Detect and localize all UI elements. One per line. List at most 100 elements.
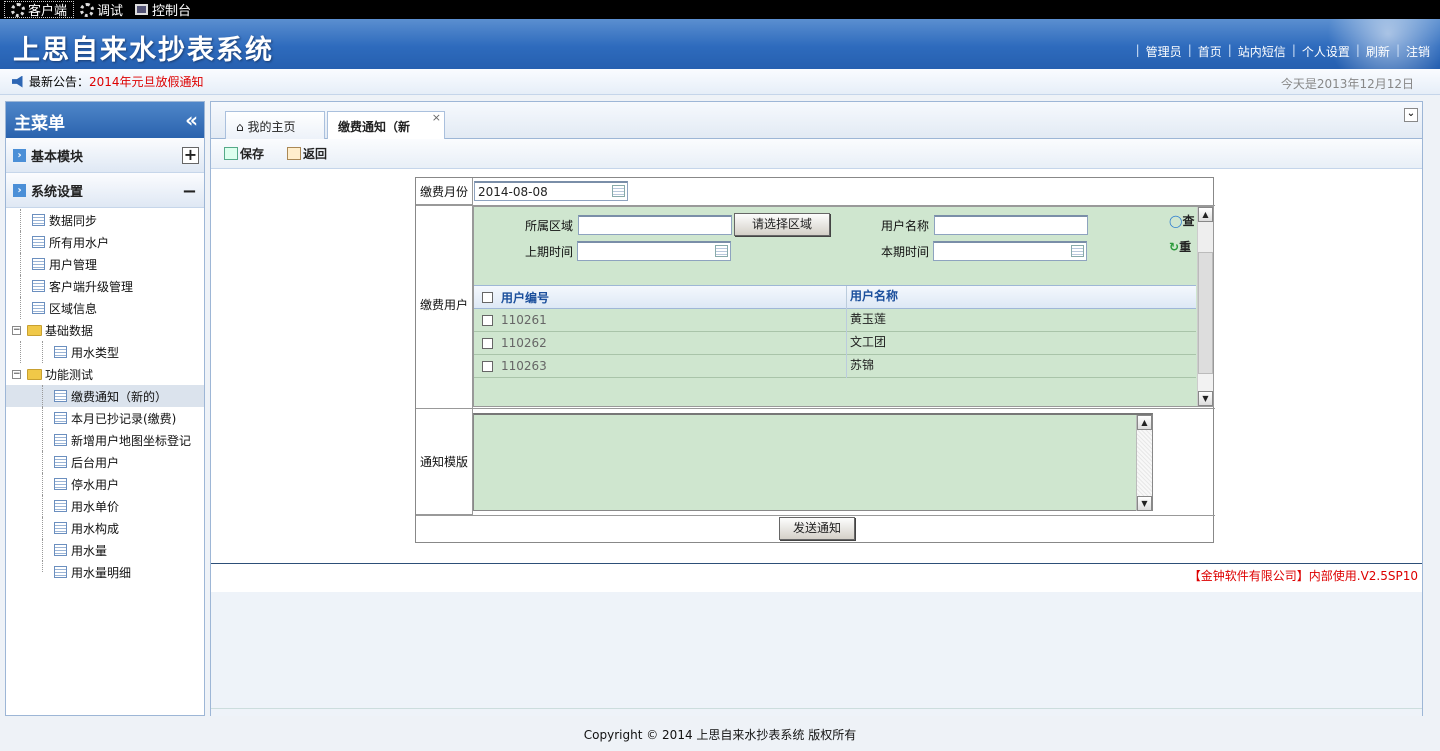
this-time-input[interactable] [933,241,1087,261]
choose-area-button[interactable]: 请选择区域 [734,213,830,236]
tree-item-water-volume[interactable]: 用水量 [6,539,204,561]
tree-item-area-info[interactable]: 区域信息 [6,297,204,319]
chevron-down-icon[interactable]: ⌄ [1404,108,1418,122]
app-title: 上思自来水抄表系统 [13,35,274,66]
calendar-icon[interactable] [1071,245,1084,257]
tree-folder-function-test[interactable]: − 功能测试 [6,363,204,385]
tree-item-user-management[interactable]: 用户管理 [6,253,204,275]
divider [211,563,1422,564]
topbar-console[interactable]: 控制台 [129,0,197,19]
tree-item-map-register[interactable]: 新增用户地图坐标登记 [6,429,204,451]
top-black-bar: 客户端 调试 控制台 [0,0,1440,19]
notice-message[interactable]: 2014年元旦放假通知 [89,73,204,90]
horizontal-scrollbar[interactable] [211,708,1422,716]
today-date: 今天是2013年12月12日 [1280,77,1414,91]
tree-item-unit-price[interactable]: 用水单价 [6,495,204,517]
document-icon [32,280,45,292]
send-notice-button[interactable]: 发送通知 [779,517,855,540]
tab-my-home[interactable]: ⌂ 我的主页 [225,111,325,139]
tree-item-month-records[interactable]: 本月已抄记录(缴费) [6,407,204,429]
template-textarea[interactable]: ▲ ▼ [473,413,1153,511]
expand-icon[interactable]: + [182,147,199,164]
reset-button[interactable]: ↻重 [1169,238,1191,255]
link-refresh[interactable]: 刷新 [1366,43,1390,60]
tree-item-suspended-users[interactable]: 停水用户 [6,473,204,495]
tree-item-water-volume-detail[interactable]: 用水量明细 [6,561,204,583]
document-icon [54,434,67,446]
link-admin[interactable]: 管理员 [1146,43,1182,60]
search-icon: ◯ [1169,214,1183,228]
link-home[interactable]: 首页 [1198,43,1222,60]
grid-header: 用户编号 用户名称 [474,285,1196,309]
row-checkbox[interactable] [482,337,493,349]
scroll-down-icon[interactable]: ▼ [1198,391,1213,406]
link-logout[interactable]: 注销 [1406,43,1430,60]
collapse-sidebar-icon[interactable]: « [185,108,198,132]
notice-bar: 最新公告： 2014年元旦放假通知 今天是2013年12月12日 [0,69,1440,95]
column-header[interactable]: 用户编号 [501,289,846,306]
back-icon [287,147,302,160]
scroll-up-icon[interactable]: ▲ [1137,415,1152,430]
table-row[interactable]: 110261 黄玉莲 [474,308,1196,332]
topbar-debug[interactable]: 调试 [74,0,129,19]
collapse-icon[interactable]: − [182,181,197,202]
user-name-cell: 苏锦 [846,354,874,378]
document-icon [54,522,67,534]
row-checkbox[interactable] [482,360,493,372]
table-row[interactable]: 110262 文工团 [474,331,1196,355]
table-row[interactable]: 110263 苏锦 [474,354,1196,378]
tree-folder-basic-data[interactable]: − 基础数据 [6,319,204,341]
topbar-client[interactable]: 客户端 [4,1,75,19]
area-label: 所属区域 [525,219,574,233]
version-text: 【金钟软件有限公司】内部使用.V2.5SP10 [1188,569,1418,583]
calendar-icon[interactable] [612,185,625,197]
save-button[interactable]: 保存 [224,145,264,162]
sidebar-title: 主菜单 [14,114,65,134]
speaker-icon [12,75,23,88]
menu-tree: 数据同步 所有用水户 用户管理 客户端升级管理 区域信息 − 基础数据 用水类型 … [6,208,204,583]
textarea-scrollbar[interactable]: ▲ ▼ [1136,415,1152,511]
row-checkbox[interactable] [482,314,493,326]
link-profile[interactable]: 个人设置 [1302,43,1350,60]
column-header[interactable]: 用户名称 [846,285,898,309]
document-icon [54,390,67,402]
last-time-input[interactable] [577,241,731,261]
tree-item-data-sync[interactable]: 数据同步 [6,209,204,231]
username-label: 用户名称 [881,219,930,233]
area-input[interactable] [578,215,732,235]
tab-strip: ⌂ 我的主页 缴费通知（新 × ⌄ [211,102,1422,140]
folder-icon [27,368,42,380]
tab-payment-notice[interactable]: 缴费通知（新 × [327,111,445,140]
toolbar: 保存 返回 [211,139,1422,169]
close-icon[interactable]: × [432,111,441,124]
module-system-settings[interactable]: › 系统设置 − [6,173,204,208]
calendar-icon[interactable] [715,245,728,257]
document-icon [32,302,45,314]
document-icon [32,236,45,248]
user-id-cell: 110263 [501,359,547,373]
tree-item-client-upgrade[interactable]: 客户端升级管理 [6,275,204,297]
month-input[interactable]: 2014-08-08 [474,181,628,201]
month-label-cell: 缴费月份 [416,178,473,205]
tree-item-water-type[interactable]: 用水类型 [6,341,204,363]
back-button[interactable]: 返回 [287,145,327,162]
tree-item-water-composition[interactable]: 用水构成 [6,517,204,539]
collapse-node-icon[interactable]: − [12,325,21,335]
link-messages[interactable]: 站内短信 [1238,43,1286,60]
module-label: 系统设置 [31,184,84,200]
document-icon [54,412,67,424]
tree-item-payment-notice-new[interactable]: 缴费通知（新的） [6,385,204,407]
select-all-checkbox[interactable] [482,291,493,303]
user-label-cell: 缴费用户 [416,206,473,409]
tree-item-backend-users[interactable]: 后台用户 [6,451,204,473]
user-name-cell: 文工团 [846,331,886,355]
gear-icon [11,2,25,17]
panel-scrollbar[interactable]: ▲ ▼ [1197,207,1213,406]
module-basic[interactable]: › 基本模块 + [6,138,204,173]
collapse-node-icon[interactable]: − [12,369,21,379]
tree-item-all-users[interactable]: 所有用水户 [6,231,204,253]
username-input[interactable] [934,215,1088,235]
scroll-down-icon[interactable]: ▼ [1137,496,1152,511]
search-button[interactable]: ◯查 [1169,212,1194,229]
scroll-up-icon[interactable]: ▲ [1198,207,1213,222]
